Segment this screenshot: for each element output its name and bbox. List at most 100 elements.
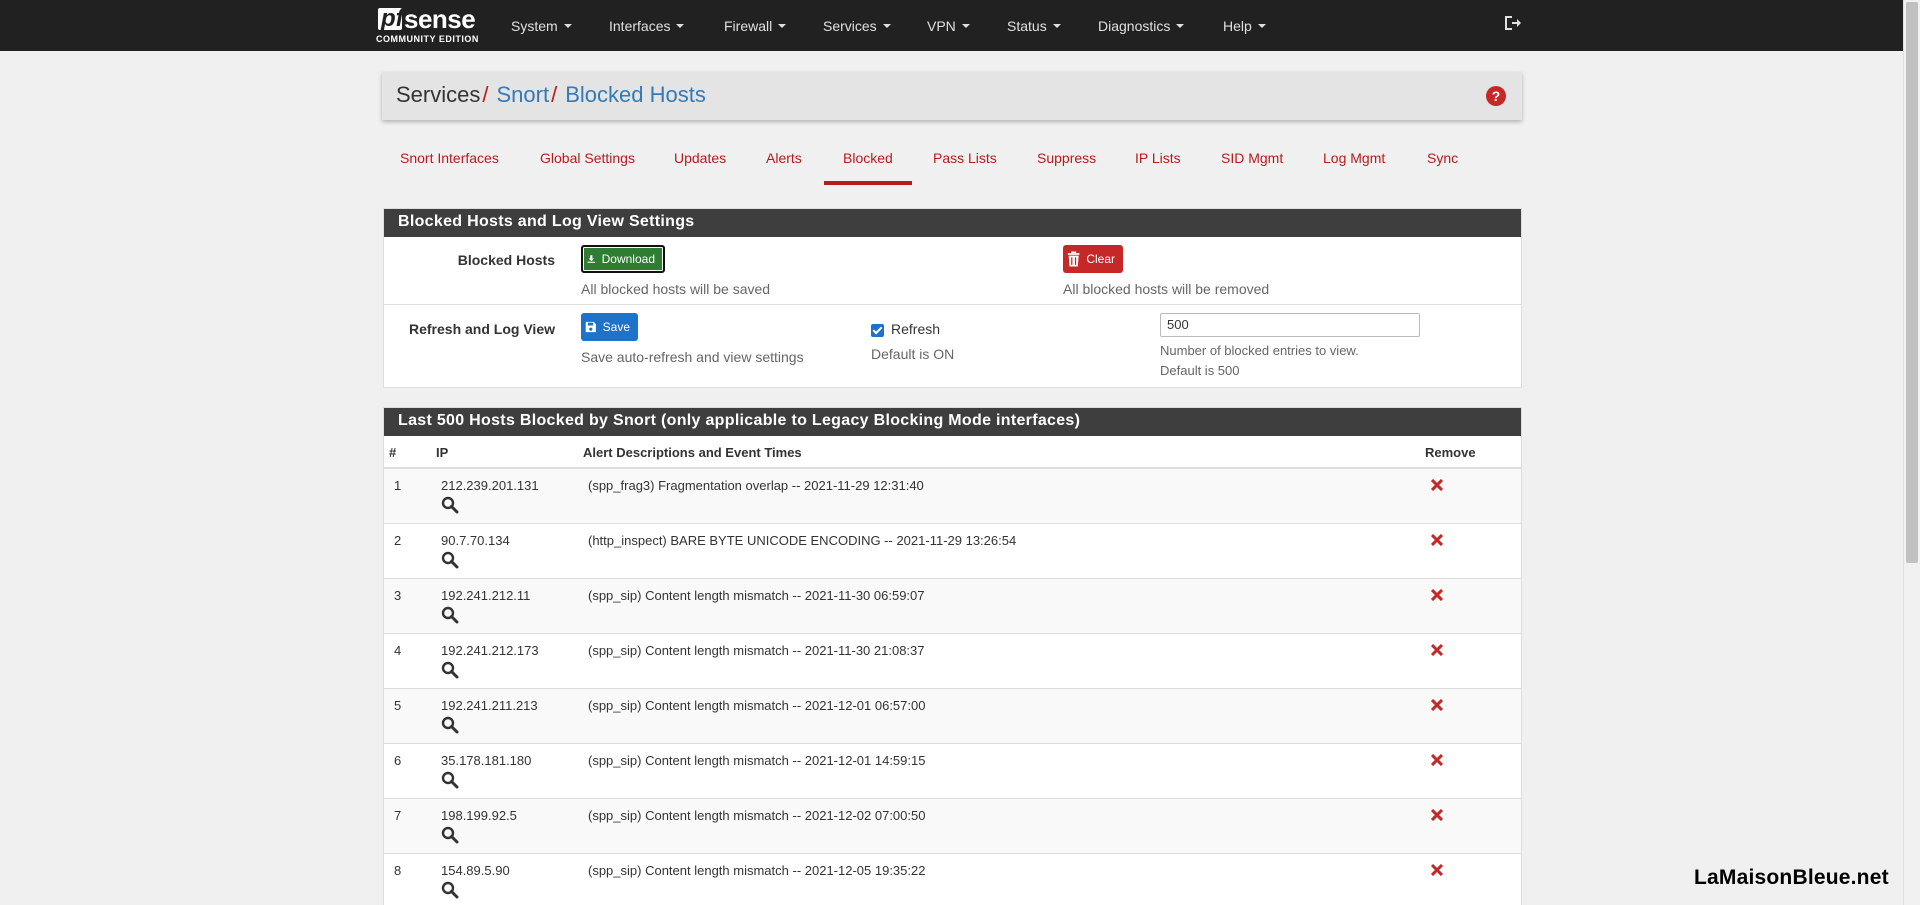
remove-x-icon[interactable]	[1431, 589, 1443, 601]
column-header-remove: Remove	[1425, 445, 1476, 460]
caret-down-icon	[1176, 23, 1185, 28]
scrollbar-thumb[interactable]	[1906, 2, 1918, 563]
nav-system[interactable]: System	[511, 0, 572, 51]
caret-down-icon	[961, 23, 970, 28]
nav-vpn[interactable]: VPN	[927, 0, 970, 51]
breadcrumb-current[interactable]: Blocked Hosts	[565, 82, 706, 107]
table-row: 6 35.178.181.180 (spp_sip) Content lengt…	[384, 744, 1521, 799]
row-desc: (http_inspect) BARE BYTE UNICODE ENCODIN…	[588, 533, 1017, 548]
refresh-checkbox[interactable]	[871, 324, 884, 337]
row-desc: (spp_sip) Content length mismatch -- 202…	[588, 588, 925, 603]
tab-sync[interactable]: Sync	[1427, 150, 1458, 166]
nav-diagnostics[interactable]: Diagnostics	[1098, 0, 1185, 51]
nav-firewall-label: Firewall	[724, 17, 773, 34]
search-icon[interactable]	[441, 606, 459, 624]
refresh-checkbox-label: Refresh	[891, 321, 941, 337]
page-scrollbar[interactable]	[1903, 0, 1920, 905]
help-icon[interactable]: ?	[1486, 86, 1506, 106]
tab-updates[interactable]: Updates	[674, 150, 726, 166]
search-icon[interactable]	[441, 661, 459, 679]
table-row: 2 90.7.70.134 (http_inspect) BARE BYTE U…	[384, 524, 1521, 579]
row-ip: 212.239.201.131	[441, 478, 539, 493]
search-icon[interactable]	[441, 716, 459, 734]
nav-status[interactable]: Status	[1007, 0, 1061, 51]
row-num: 2	[394, 533, 402, 548]
row-num: 1	[394, 478, 402, 493]
nav-status-label: Status	[1007, 17, 1047, 34]
download-icon	[587, 255, 596, 263]
pfsense-logo[interactable]: pf sense COMMUNITY EDITION	[376, 4, 484, 46]
search-icon[interactable]	[441, 881, 459, 899]
breadcrumb-separator: /	[551, 82, 558, 107]
row-desc: (spp_sip) Content length mismatch -- 202…	[588, 643, 925, 658]
nav-system-label: System	[511, 17, 558, 34]
remove-x-icon[interactable]	[1431, 644, 1443, 656]
remove-x-icon[interactable]	[1431, 864, 1443, 876]
tab-alerts[interactable]: Alerts	[766, 150, 802, 166]
logo-edition-text: COMMUNITY EDITION	[376, 34, 479, 44]
row-num: 8	[394, 863, 402, 878]
table-row: 3 192.241.212.11 (spp_sip) Content lengt…	[384, 579, 1521, 634]
tab-log-mgmt[interactable]: Log Mgmt	[1323, 150, 1385, 166]
settings-panel-heading: Blocked Hosts and Log View Settings	[384, 209, 1521, 237]
row-num: 3	[394, 588, 402, 603]
tab-sid-mgmt[interactable]: SID Mgmt	[1221, 150, 1283, 166]
row-desc: (spp_sip) Content length mismatch -- 202…	[588, 698, 926, 713]
entries-input[interactable]: 500	[1160, 313, 1420, 337]
row-ip: 154.89.5.90	[441, 863, 510, 878]
download-button[interactable]: Download	[581, 245, 665, 273]
tab-blocked[interactable]: Blocked	[843, 150, 893, 166]
logo-pf-box: pf	[378, 5, 404, 32]
table-row: 4 192.241.212.173 (spp_sip) Content leng…	[384, 634, 1521, 689]
watermark: LaMaisonBleue.net	[1694, 866, 1889, 889]
nav-firewall[interactable]: Firewall	[724, 0, 787, 51]
search-icon[interactable]	[441, 551, 459, 569]
tab-global-settings[interactable]: Global Settings	[540, 150, 635, 166]
settings-panel: Blocked Hosts and Log View Settings Bloc…	[383, 208, 1522, 388]
save-button[interactable]: Save	[581, 313, 638, 341]
entries-default-help: Default is 500	[1160, 363, 1240, 378]
blocked-hosts-heading: Last 500 Hosts Blocked by Snort (only ap…	[384, 408, 1521, 436]
breadcrumb-root: Services	[396, 82, 481, 107]
row-num: 7	[394, 808, 402, 823]
tab-ip-lists[interactable]: IP Lists	[1135, 150, 1181, 166]
blocked-hosts-label: Blocked Hosts	[457, 252, 555, 268]
tab-snort-interfaces[interactable]: Snort Interfaces	[400, 150, 499, 166]
row-ip: 192.241.212.173	[441, 643, 539, 658]
column-header-desc: Alert Descriptions and Event Times	[583, 445, 802, 460]
search-icon[interactable]	[441, 826, 459, 844]
search-icon[interactable]	[441, 496, 459, 514]
tab-suppress[interactable]: Suppress	[1037, 150, 1096, 166]
nav-interfaces[interactable]: Interfaces	[609, 0, 685, 51]
blocked-hosts-panel: Last 500 Hosts Blocked by Snort (only ap…	[383, 407, 1522, 905]
remove-x-icon[interactable]	[1431, 809, 1443, 821]
remove-x-icon[interactable]	[1431, 699, 1443, 711]
remove-x-icon[interactable]	[1431, 479, 1443, 491]
clear-button[interactable]: Clear	[1063, 245, 1123, 273]
nav-help[interactable]: Help	[1223, 0, 1266, 51]
column-header-ip: IP	[436, 445, 449, 460]
breadcrumb-snort-link[interactable]: Snort	[496, 82, 549, 107]
caret-down-icon	[882, 23, 891, 28]
row-ip: 90.7.70.134	[441, 533, 510, 548]
nav-services-label: Services	[823, 17, 877, 34]
row-num: 4	[394, 643, 402, 658]
breadcrumb-panel: Services/Snort/Blocked Hosts ?	[382, 72, 1522, 120]
nav-services[interactable]: Services	[823, 0, 891, 51]
clear-help: All blocked hosts will be removed	[1063, 281, 1270, 297]
download-help: All blocked hosts will be saved	[581, 281, 771, 297]
tab-pass-lists[interactable]: Pass Lists	[933, 150, 997, 166]
download-button-label: Download	[601, 252, 655, 266]
row-ip: 198.199.92.5	[441, 808, 517, 823]
column-header-num: #	[389, 445, 397, 460]
row-desc: (spp_frag3) Fragmentation overlap -- 202…	[588, 478, 924, 493]
row-ip: 35.178.181.180	[441, 753, 532, 768]
active-tab-indicator	[824, 181, 912, 185]
remove-x-icon[interactable]	[1431, 754, 1443, 766]
table-row: 7 198.199.92.5 (spp_sip) Content length …	[384, 799, 1521, 854]
search-icon[interactable]	[441, 771, 459, 789]
logout-icon[interactable]	[1502, 13, 1522, 33]
remove-x-icon[interactable]	[1431, 534, 1443, 546]
breadcrumb-separator: /	[482, 82, 489, 107]
nav-interfaces-label: Interfaces	[609, 17, 671, 34]
